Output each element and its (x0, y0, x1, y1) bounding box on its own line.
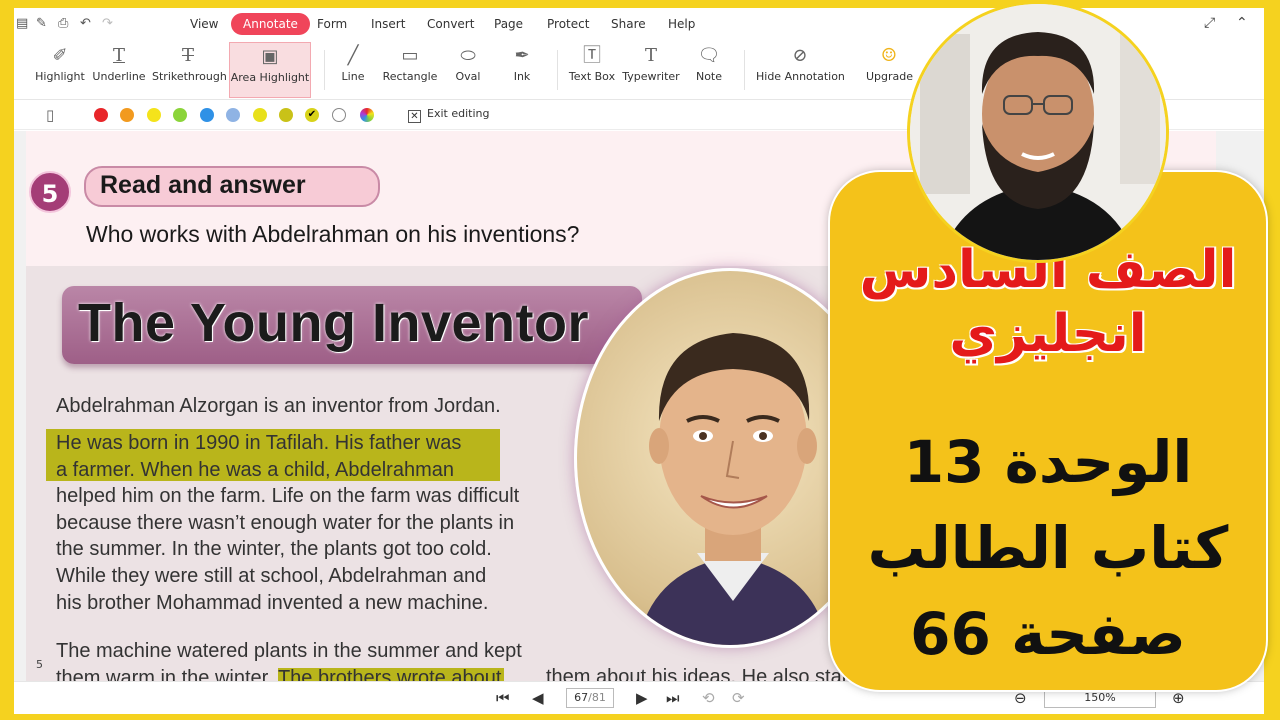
presenter-drawing (910, 4, 1166, 260)
text-box-button[interactable]: 🅃 Text Box (568, 42, 616, 98)
color-swatch-lemon[interactable] (253, 108, 267, 122)
line-button[interactable]: ╱ Line (336, 42, 370, 98)
fill-style-icon[interactable]: ▯ (46, 106, 54, 124)
color-swatch-selected-checkmark-icon[interactable]: ✔ (305, 108, 319, 122)
menu-help[interactable]: Help (668, 13, 695, 35)
page-number-field[interactable]: 67/81 (566, 688, 614, 708)
menu-form[interactable]: Form (317, 13, 347, 35)
question-title: Read and answer (100, 171, 306, 199)
zoom-out-icon[interactable]: ⊖ (1014, 689, 1027, 707)
color-swatch-red[interactable] (94, 108, 108, 122)
question-number-badge: 5 (29, 171, 71, 213)
print-icon[interactable]: ⎙ (58, 16, 68, 31)
save-icon[interactable]: ▤ (16, 16, 28, 31)
underline-icon: T (112, 45, 125, 66)
area-highlight-icon: ▣ (261, 46, 279, 67)
strikethrough-button[interactable]: T Strikethrough (152, 42, 227, 98)
overlay-subject-title: انجليزي (949, 304, 1147, 364)
next-page-icon[interactable]: ▶ (636, 689, 648, 707)
overlay-unit-title: الوحدة 13 (903, 428, 1193, 496)
toolbar-divider (557, 50, 558, 90)
menu-insert[interactable]: Insert (371, 13, 405, 35)
color-swatch-blue[interactable] (200, 108, 214, 122)
collapse-ribbon-icon[interactable]: ⌃ (1236, 15, 1248, 31)
typewriter-icon: T (644, 45, 657, 66)
ink-button[interactable]: ✒ Ink (510, 42, 534, 98)
menu-protect[interactable]: Protect (547, 13, 589, 35)
menu-annotate[interactable]: Annotate (231, 13, 310, 35)
question-text: Who works with Abdelrahman on his invent… (86, 221, 580, 247)
hide-annotation-button[interactable]: ⊘ Hide Annotation (756, 42, 845, 98)
overlay-book-title: كتاب الطالب (867, 514, 1229, 582)
highlight-button[interactable]: ✐ Highlight (34, 42, 86, 98)
note-button[interactable]: 🗨 Note (694, 42, 724, 98)
menu-page[interactable]: Page (494, 13, 523, 35)
paragraph: He was born in 1990 in Tafilah. His fath… (56, 432, 520, 560)
undo-icon[interactable]: ↶ (80, 16, 91, 31)
oval-icon: ⬭ (460, 45, 476, 66)
color-swatch-white[interactable] (332, 108, 346, 122)
last-page-icon[interactable]: ⏭ (666, 689, 680, 707)
paragraph: Abdelrahman Alzorgan is an inventor from… (56, 395, 501, 417)
color-swatch-yellow[interactable] (147, 108, 161, 122)
upgrade-icon: ☺ (880, 45, 898, 66)
rectangle-icon: ▭ (401, 45, 419, 66)
rectangle-button[interactable]: ▭ Rectangle (382, 42, 438, 98)
paragraph: The machine watered plants in the summer… (56, 640, 522, 681)
line-icon: ╱ (347, 45, 359, 66)
oval-button[interactable]: ⬭ Oval (452, 42, 484, 98)
upgrade-button[interactable]: ☺ Upgrade (866, 42, 913, 98)
fit-page-icon[interactable]: ⟳ (732, 689, 745, 707)
area-highlight-button[interactable]: ▣ Area Highlight (229, 42, 311, 98)
ink-pen-icon: ✒ (514, 45, 530, 66)
menu-share[interactable]: Share (611, 13, 646, 35)
color-swatch-green[interactable] (173, 108, 187, 122)
color-swatch-light-blue[interactable] (226, 108, 240, 122)
previous-page-icon[interactable]: ◀ (532, 689, 544, 707)
presenter-avatar (910, 4, 1166, 260)
line-number: 5 (36, 658, 43, 671)
paragraph-continuation: them about his ideas. He also started (546, 666, 877, 681)
rotate-page-icon[interactable]: ⟲ (702, 689, 715, 707)
hide-annotation-icon: ⊘ (792, 45, 808, 66)
close-icon: ✕ (408, 110, 421, 123)
fullscreen-icon[interactable]: ⤢ (1204, 15, 1215, 31)
strikethrough-icon: T (181, 45, 194, 66)
zoom-level-field[interactable]: 150% (1044, 688, 1156, 708)
note-icon: 🗨 (697, 45, 721, 66)
toolbar-divider (744, 50, 745, 90)
exit-editing-button[interactable]: ✕ Exit editing (408, 107, 489, 123)
color-swatch-olive[interactable] (279, 108, 293, 122)
toolbar-divider (324, 50, 325, 90)
custom-color-icon[interactable] (360, 108, 374, 122)
first-page-icon[interactable]: ⏮ (496, 689, 510, 707)
color-swatch-orange[interactable] (120, 108, 134, 122)
edit-file-icon[interactable]: ✎ (36, 16, 47, 31)
highlighter-icon: ✐ (52, 45, 68, 66)
menu-view[interactable]: View (190, 13, 218, 35)
zoom-in-icon[interactable]: ⊕ (1172, 689, 1185, 707)
typewriter-button[interactable]: T Typewriter (622, 42, 680, 98)
paragraph: While they were still at school, Abdelra… (56, 565, 489, 614)
story-title: The Young Inventor (78, 293, 590, 353)
menu-convert[interactable]: Convert (427, 13, 474, 35)
underline-button[interactable]: T Underline (92, 42, 146, 98)
overlay-page-title: صفحة 66 (910, 600, 1186, 668)
text-box-icon: 🅃 (583, 45, 601, 66)
redo-icon[interactable]: ↷ (102, 16, 113, 31)
